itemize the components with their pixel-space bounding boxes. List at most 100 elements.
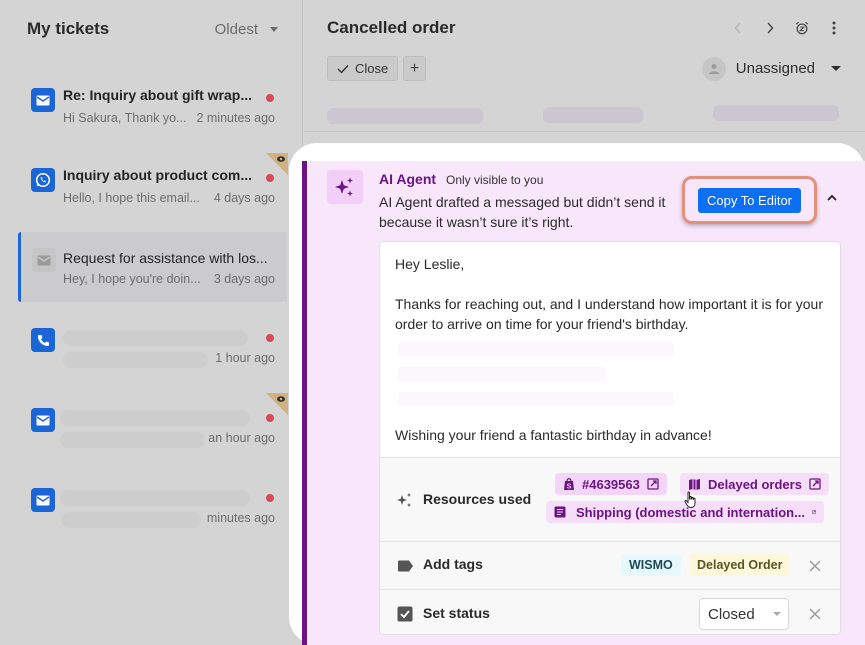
ticket-item[interactable]: an hour ago	[18, 393, 288, 464]
close-label: Close	[355, 61, 389, 76]
draft-closing: Wishing your friend a fantastic birthday…	[395, 427, 712, 443]
close-ticket-button[interactable]: Close	[327, 56, 399, 81]
chevron-up-icon[interactable]	[825, 191, 839, 205]
sidebar-header: My tickets Oldest	[27, 18, 278, 40]
external-link-icon	[809, 478, 821, 490]
ticket-item-selected[interactable]: Request for assistance with los... Hey, …	[18, 232, 287, 302]
snooze-button[interactable]	[795, 18, 809, 38]
ticket-time: 4 days ago	[213, 191, 275, 205]
ticket-meta: an hour ago	[63, 431, 275, 445]
ticket-meta: Hi Sakura, Thank yo... 2 minutes ago	[63, 111, 275, 125]
ticket-time: minutes ago	[206, 511, 275, 525]
ticket-item[interactable]: Inquiry about product com... Hello, I ho…	[18, 153, 288, 224]
add-button[interactable]: +	[403, 56, 426, 81]
caret-down-icon	[772, 612, 781, 616]
text-placeholder	[398, 367, 606, 381]
sparkle-icon	[396, 491, 414, 509]
resource-chip-order[interactable]: S #4639563	[555, 473, 667, 495]
snooze-alarm-icon	[795, 21, 809, 35]
shopify-icon: S	[564, 478, 574, 491]
whatsapp-icon	[31, 168, 55, 192]
ticket-time: an hour ago	[208, 431, 275, 445]
ticket-meta: Hello, I hope this email... 4 days ago	[63, 191, 275, 205]
message-placeholder	[327, 108, 483, 124]
status-section: Set status Closed	[380, 589, 840, 634]
email-icon	[31, 408, 55, 432]
ticket-meta: minutes ago	[63, 511, 275, 525]
unread-indicator	[266, 174, 274, 182]
tag-delayed-order[interactable]: Delayed Order	[689, 554, 791, 576]
unread-indicator	[266, 94, 274, 102]
hand-pointer-cursor-icon	[684, 491, 696, 508]
external-link-icon	[812, 510, 816, 514]
visibility-note: Only visible to you	[446, 173, 544, 187]
title-placeholder	[63, 330, 248, 346]
kebab-menu-icon	[832, 21, 836, 35]
user-icon	[708, 63, 719, 74]
tags-section: Add tags WISMO Delayed Order	[380, 541, 840, 589]
draft-body: Hey Leslie, Thanks for reaching out, and…	[380, 242, 840, 457]
svg-text:S: S	[567, 484, 572, 491]
checkbox-checked-icon[interactable]	[396, 605, 414, 623]
next-ticket-button[interactable]	[763, 18, 777, 38]
divider	[304, 131, 865, 132]
resource-label: Delayed orders	[708, 476, 802, 492]
sidebar-title: My tickets	[27, 19, 110, 38]
chevron-left-icon	[734, 22, 741, 34]
title-placeholder	[60, 410, 250, 426]
ticket-time: 1 hour ago	[215, 351, 275, 365]
status-label: Set status	[423, 605, 490, 621]
resources-section: Resources used S #4639563 Delayed orders…	[380, 457, 840, 541]
ticket-preview: Hey, I hope you're doin...	[63, 272, 201, 286]
ticket-preview: Hi Sakura, Thank yo...	[63, 111, 187, 125]
watching-eye-icon	[266, 153, 288, 175]
previous-ticket-button[interactable]	[731, 18, 745, 38]
remove-tags-icon[interactable]	[808, 559, 822, 573]
status-select[interactable]: Closed	[699, 598, 789, 630]
ticket-time: 3 days ago	[213, 272, 275, 286]
text-placeholder	[398, 392, 674, 406]
ticket-sidebar: My tickets Oldest Re: Inquiry about gift…	[0, 0, 303, 645]
resource-label: #4639563	[582, 476, 640, 492]
assignee-dropdown[interactable]: Unassigned	[701, 56, 841, 81]
ticket-item[interactable]: minutes ago	[18, 480, 287, 544]
ticket-meta: 1 hour ago	[63, 351, 275, 365]
message-placeholder	[713, 105, 839, 121]
ticket-meta: Hey, I hope you're doin... 3 days ago	[63, 272, 275, 286]
watching-eye-icon	[266, 393, 288, 415]
unread-indicator	[266, 494, 274, 502]
ticket-preview: Hello, I hope this email...	[63, 191, 200, 205]
draft-paragraph: Thanks for reaching out, and I understan…	[395, 296, 824, 332]
copy-to-editor-button[interactable]: Copy To Editor	[697, 187, 802, 213]
message-placeholder	[543, 107, 643, 123]
unread-indicator	[266, 414, 274, 422]
ticket-item[interactable]: 1 hour ago	[18, 320, 287, 384]
ai-description: AI Agent drafted a messaged but didn’t s…	[379, 194, 666, 230]
draft-message: Hey Leslie, Thanks for reaching out, and…	[379, 241, 841, 635]
resources-label: Resources used	[423, 491, 532, 507]
book-icon	[689, 478, 700, 490]
ticket-title: Re: Inquiry about gift wrap...	[63, 87, 252, 103]
tags-label: Add tags	[423, 556, 483, 572]
document-icon	[554, 506, 566, 518]
title-placeholder	[60, 490, 250, 506]
resource-chip-article[interactable]: Delayed orders	[680, 473, 829, 495]
caret-down-icon	[831, 66, 841, 71]
phone-icon	[31, 328, 55, 352]
caret-down-icon	[270, 26, 278, 32]
remove-status-icon[interactable]	[808, 607, 822, 621]
assignee-label: Unassigned	[735, 60, 815, 77]
tag-icon	[396, 557, 414, 575]
draft-greeting: Hey Leslie,	[395, 256, 465, 272]
checkmark-icon	[337, 64, 349, 74]
ticket-item[interactable]: Re: Inquiry about gift wrap... Hi Sakura…	[18, 80, 287, 144]
ai-sparkle-icon	[327, 170, 363, 204]
more-options-button[interactable]	[827, 18, 841, 38]
ticket-actions	[731, 18, 841, 38]
copy-button-highlight: Copy To Editor	[682, 176, 817, 224]
sort-dropdown[interactable]: Oldest	[215, 21, 278, 38]
avatar	[701, 56, 726, 81]
chevron-right-icon	[767, 22, 774, 34]
tag-wismo[interactable]: WISMO	[621, 554, 681, 576]
status-value: Closed	[708, 605, 755, 623]
